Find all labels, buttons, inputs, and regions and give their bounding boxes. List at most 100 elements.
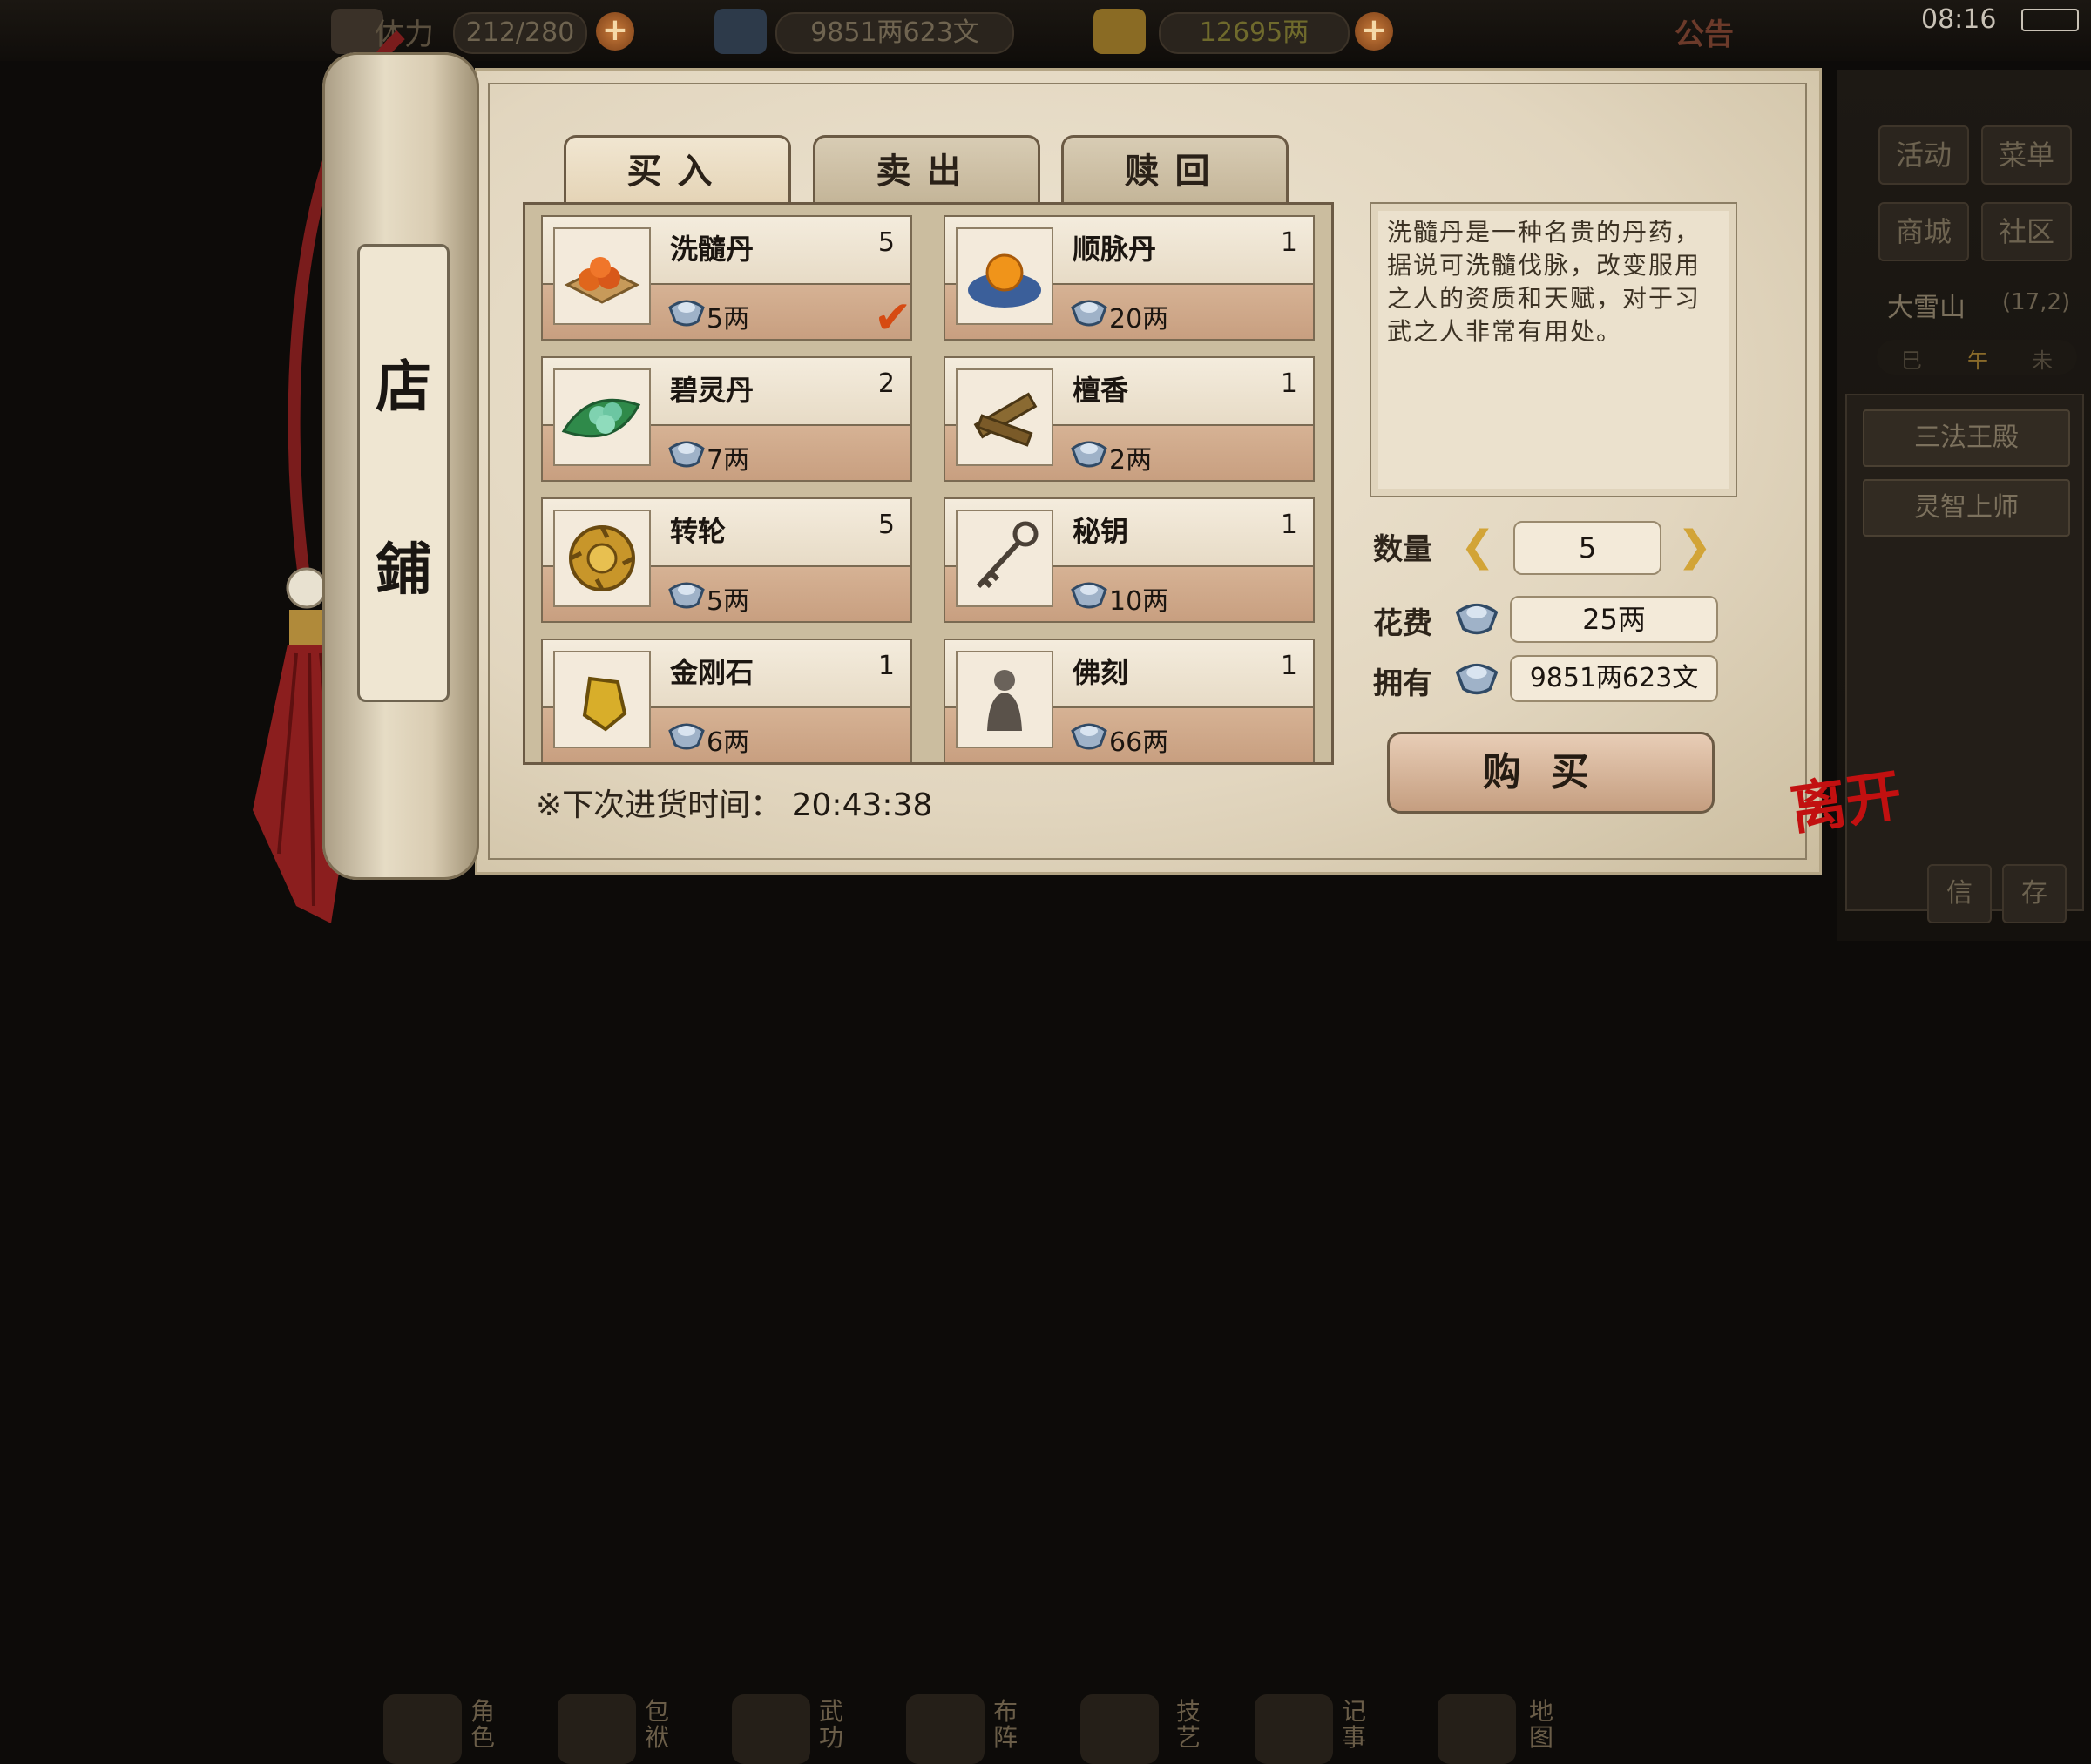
item-price: 20两 bbox=[1109, 304, 1169, 335]
item-price: 66两 bbox=[1109, 727, 1169, 758]
add-stamina-button[interactable]: + bbox=[596, 12, 634, 51]
item-card[interactable]: 顺脉丹 1 20两 bbox=[944, 215, 1315, 341]
clock: 08:16 bbox=[1921, 4, 1997, 35]
decrease-quantity-button[interactable]: ❮ bbox=[1453, 520, 1502, 572]
silver-icon bbox=[668, 300, 705, 327]
item-name: 秘钥 bbox=[1073, 515, 1129, 548]
silver-icon bbox=[714, 9, 767, 54]
silver-icon bbox=[1071, 723, 1107, 750]
item-name: 顺脉丹 bbox=[1073, 233, 1157, 266]
item-card[interactable]: 金刚石 1 6两 bbox=[541, 639, 912, 762]
pill-icon bbox=[553, 227, 651, 325]
silver-icon bbox=[668, 441, 705, 468]
item-card[interactable]: 碧灵丹 2 7两 bbox=[541, 356, 912, 482]
item-description-box: 洗髓丹是一种名贵的丹药，据说可洗髓伐脉，改变服用之人的资质和天赋，对于习武之人非… bbox=[1370, 202, 1737, 497]
item-price: 10两 bbox=[1109, 586, 1169, 617]
notice-button[interactable]: 公告 bbox=[1675, 10, 1734, 53]
activity-button[interactable]: 活动 bbox=[1878, 125, 1969, 185]
bottom-label[interactable]: 布阵 bbox=[993, 1699, 1023, 1751]
mall-button[interactable]: 商城 bbox=[1878, 202, 1969, 261]
owned-label: 拥有 bbox=[1373, 666, 1432, 701]
map-icon[interactable] bbox=[1438, 1694, 1516, 1764]
item-list[interactable]: 洗髓丹 5 5两 ✔ 顺脉丹 1 20两 碧灵丹 2 7两 檀香 1 2两 转轮… bbox=[523, 202, 1334, 765]
silver-icon bbox=[1071, 582, 1107, 609]
item-name: 佛刻 bbox=[1073, 656, 1129, 689]
quantity-input[interactable]: 5 bbox=[1513, 521, 1661, 575]
item-qty: 5 bbox=[877, 227, 895, 258]
battery-icon bbox=[2021, 9, 2079, 31]
cost-label: 花费 bbox=[1373, 606, 1432, 641]
item-name: 金刚石 bbox=[670, 656, 755, 689]
item-name: 碧灵丹 bbox=[670, 374, 755, 407]
silver-value: 9851两623文 bbox=[775, 12, 1014, 54]
skills-icon[interactable] bbox=[1080, 1694, 1159, 1764]
item-price: 2两 bbox=[1109, 445, 1153, 476]
journal-icon[interactable] bbox=[1255, 1694, 1333, 1764]
item-qty: 1 bbox=[1280, 510, 1297, 540]
shop-title-char: 店 bbox=[376, 355, 431, 420]
quest-item[interactable]: 三法王殿 bbox=[1863, 409, 2070, 467]
pill-icon bbox=[956, 227, 1053, 325]
quest-item[interactable]: 灵智上师 bbox=[1863, 479, 2070, 537]
restock-label: ※下次进货时间： bbox=[536, 787, 782, 823]
item-card[interactable]: 檀香 1 2两 bbox=[944, 356, 1315, 482]
item-card[interactable]: 秘钥 1 10两 bbox=[944, 497, 1315, 623]
shop-title-plaque: 店 鋪 bbox=[357, 244, 450, 702]
bottom-label[interactable]: 角色 bbox=[470, 1699, 500, 1751]
save-button[interactable]: 存 bbox=[2002, 864, 2067, 923]
increase-quantity-button[interactable]: ❯ bbox=[1670, 520, 1719, 572]
item-price: 5两 bbox=[707, 304, 750, 335]
item-price: 6两 bbox=[707, 727, 750, 758]
item-description: 洗髓丹是一种名贵的丹药，据说可洗髓伐脉，改变服用之人的资质和天赋，对于习武之人非… bbox=[1387, 218, 1702, 346]
bottom-label[interactable]: 记事 bbox=[1342, 1699, 1371, 1751]
item-qty: 1 bbox=[877, 651, 895, 681]
item-card[interactable]: 转轮 5 5两 bbox=[541, 497, 912, 623]
buy-button[interactable]: 购买 bbox=[1387, 732, 1715, 814]
quantity-label: 数量 bbox=[1373, 532, 1432, 567]
item-name: 洗髓丹 bbox=[670, 233, 755, 266]
silver-icon bbox=[668, 582, 705, 609]
bottom-label[interactable]: 技艺 bbox=[1176, 1699, 1206, 1751]
item-card[interactable]: 洗髓丹 5 5两 ✔ bbox=[541, 215, 912, 344]
restock-timer: ※下次进货时间： 20:43:38 bbox=[536, 780, 932, 825]
quest-list: 三法王殿 灵智上师 bbox=[1845, 394, 2084, 911]
bottom-label[interactable]: 包袱 bbox=[645, 1699, 674, 1751]
diamond-icon bbox=[553, 651, 651, 748]
silver-icon bbox=[668, 723, 705, 750]
gold-icon bbox=[1093, 9, 1146, 54]
buddha-statue-icon bbox=[956, 651, 1053, 748]
gold-value: 12695两 bbox=[1159, 12, 1350, 54]
time-mark-wu: 午 bbox=[1967, 348, 1988, 373]
bag-icon[interactable] bbox=[558, 1694, 636, 1764]
incense-icon bbox=[956, 368, 1053, 466]
mail-button[interactable]: 信 bbox=[1927, 864, 1992, 923]
tab-redeem[interactable]: 赎回 bbox=[1061, 135, 1289, 206]
silver-icon bbox=[1071, 300, 1107, 327]
tab-buy[interactable]: 买入 bbox=[564, 135, 791, 206]
formation-icon[interactable] bbox=[906, 1694, 985, 1764]
add-gold-button[interactable]: + bbox=[1355, 12, 1393, 51]
tab-sell[interactable]: 卖出 bbox=[813, 135, 1040, 206]
silver-icon bbox=[1071, 441, 1107, 468]
leave-button[interactable]: 离开 bbox=[1786, 762, 1905, 842]
character-icon[interactable] bbox=[383, 1694, 462, 1764]
menu-button[interactable]: 菜单 bbox=[1981, 125, 2072, 185]
location-coords: (17,2) bbox=[2002, 289, 2071, 315]
location-name: 大雪山 bbox=[1887, 293, 1966, 323]
silver-icon bbox=[1455, 663, 1499, 695]
item-card[interactable]: 佛刻 1 66两 bbox=[944, 639, 1315, 762]
time-of-day-bar: 巳 午 未 bbox=[1877, 340, 2077, 375]
community-button[interactable]: 社区 bbox=[1981, 202, 2072, 261]
restock-time: 20:43:38 bbox=[791, 787, 933, 823]
check-icon: ✔ bbox=[874, 292, 912, 344]
bottom-label[interactable]: 武功 bbox=[819, 1699, 849, 1751]
martial-arts-icon[interactable] bbox=[732, 1694, 810, 1764]
silver-icon bbox=[1455, 603, 1499, 635]
owned-value: 9851两623文 bbox=[1510, 655, 1718, 702]
stamina-value: 212/280 bbox=[453, 12, 587, 54]
item-qty: 1 bbox=[1280, 651, 1297, 681]
wheel-icon bbox=[553, 510, 651, 607]
pill-icon bbox=[553, 368, 651, 466]
item-name: 转轮 bbox=[670, 515, 727, 548]
bottom-label[interactable]: 地图 bbox=[1529, 1699, 1559, 1751]
